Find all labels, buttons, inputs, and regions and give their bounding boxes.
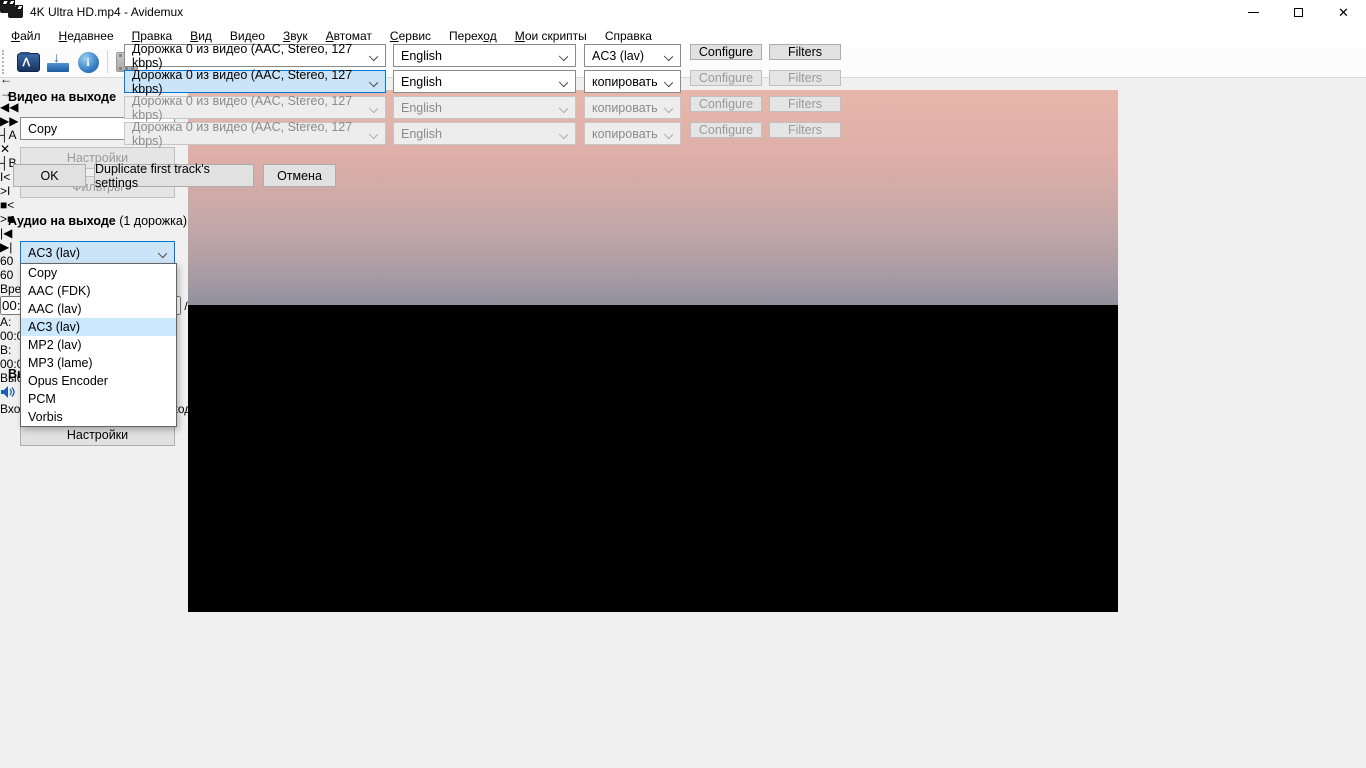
- menu-custom-scripts[interactable]: Мои скрипты: [506, 26, 596, 46]
- track3-language-combo: English: [393, 96, 576, 119]
- track4-codec-combo: копировать: [584, 122, 681, 145]
- track2-filters-button: Filters: [769, 70, 841, 86]
- information-icon: i: [78, 52, 99, 73]
- track1-configure-button[interactable]: Configure: [690, 44, 762, 60]
- audio-configure-button[interactable]: Настройки: [20, 424, 175, 446]
- track3-codec-combo: копировать: [584, 96, 681, 119]
- track3-configure-button: Configure: [690, 96, 762, 112]
- menu-tools[interactable]: Сервис: [381, 26, 440, 46]
- track4-filters-button: Filters: [769, 122, 841, 138]
- track2-configure-button: Configure: [690, 70, 762, 86]
- window-title: 4K Ultra HD.mp4 - Avidemux: [30, 5, 183, 19]
- title-bar: 4K Ultra HD.mp4 - Avidemux ✕: [0, 0, 1366, 25]
- dialog-clapperboard-icon: [0, 0, 15, 13]
- track4-source-combo: Дорожка 0 из видео (AAC, Stereo, 127 kbp…: [124, 122, 386, 145]
- minimize-button[interactable]: [1231, 0, 1276, 25]
- track2-source-combo[interactable]: Дорожка 0 из видео (AAC, Stereo, 127 kbp…: [124, 70, 386, 93]
- close-button[interactable]: ✕: [1321, 0, 1366, 25]
- menu-go[interactable]: Переход: [440, 26, 506, 46]
- close-icon: ✕: [1338, 6, 1349, 19]
- audio-output-header: Аудио на выходе (1 дорожка): [8, 214, 187, 228]
- audio-codec-combo[interactable]: AC3 (lav): [20, 241, 175, 264]
- menu-help[interactable]: Справка: [596, 26, 661, 46]
- audio-codec-option-mp3-lame[interactable]: MP3 (lame): [21, 354, 176, 372]
- track2-codec-combo[interactable]: копировать: [584, 70, 681, 93]
- audio-codec-option-aac-fdk[interactable]: AAC (FDK): [21, 282, 176, 300]
- toolbar-grip[interactable]: [2, 50, 8, 74]
- track2-language-combo[interactable]: English: [393, 70, 576, 93]
- track3-filters-button: Filters: [769, 96, 841, 112]
- track4-language-combo: English: [393, 122, 576, 145]
- audio-codec-option-mp2-lav[interactable]: MP2 (lav): [21, 336, 176, 354]
- cancel-button[interactable]: Отмена: [263, 164, 336, 187]
- avidemux-window: 4K Ultra HD.mp4 - Avidemux ✕ Файл Недавн…: [0, 0, 1366, 768]
- track3-source-combo: Дорожка 0 из видео (AAC, Stereo, 127 kbp…: [124, 96, 386, 119]
- audio-codec-option-copy[interactable]: Copy: [21, 264, 176, 282]
- audio-codec-dropdown-list: Copy AAC (FDK) AAC (lav) AC3 (lav) MP2 (…: [20, 263, 177, 427]
- menu-file[interactable]: Файл: [2, 26, 50, 46]
- restore-button[interactable]: [1276, 0, 1321, 25]
- audio-codec-option-opus[interactable]: Opus Encoder: [21, 372, 176, 390]
- restore-icon: [1294, 8, 1303, 17]
- marker-b-field-label: B:: [0, 343, 11, 357]
- menu-recent[interactable]: Недавнее: [50, 26, 123, 46]
- track1-codec-combo[interactable]: AC3 (lav): [584, 44, 681, 67]
- audio-codec-option-vorbis[interactable]: Vorbis: [21, 408, 176, 426]
- ok-button[interactable]: OK: [13, 164, 86, 187]
- video-output-header: Видео на выходе: [8, 90, 116, 104]
- track4-configure-button: Configure: [690, 122, 762, 138]
- track1-source-combo[interactable]: Дорожка 0 из видео (AAC, Stereo, 127 kbp…: [124, 44, 386, 67]
- open-video-icon: [17, 53, 40, 72]
- minimize-icon: [1248, 12, 1259, 13]
- audio-codec-option-pcm[interactable]: PCM: [21, 390, 176, 408]
- information-button[interactable]: i: [73, 49, 103, 75]
- audio-codec-option-aac-lav[interactable]: AAC (lav): [21, 300, 176, 318]
- speaker-icon: [0, 385, 16, 399]
- audio-codec-option-ac3-lav[interactable]: AC3 (lav): [21, 318, 176, 336]
- track1-filters-button[interactable]: Filters: [769, 44, 841, 60]
- open-video-button[interactable]: [13, 49, 43, 75]
- toolbar-separator: [107, 51, 108, 73]
- marker-a-field-label: A:: [0, 315, 11, 329]
- duplicate-settings-button[interactable]: Duplicate first track's settings: [94, 164, 254, 187]
- save-video-icon: [47, 52, 69, 72]
- save-video-button[interactable]: [43, 49, 73, 75]
- track1-language-combo[interactable]: English: [393, 44, 576, 67]
